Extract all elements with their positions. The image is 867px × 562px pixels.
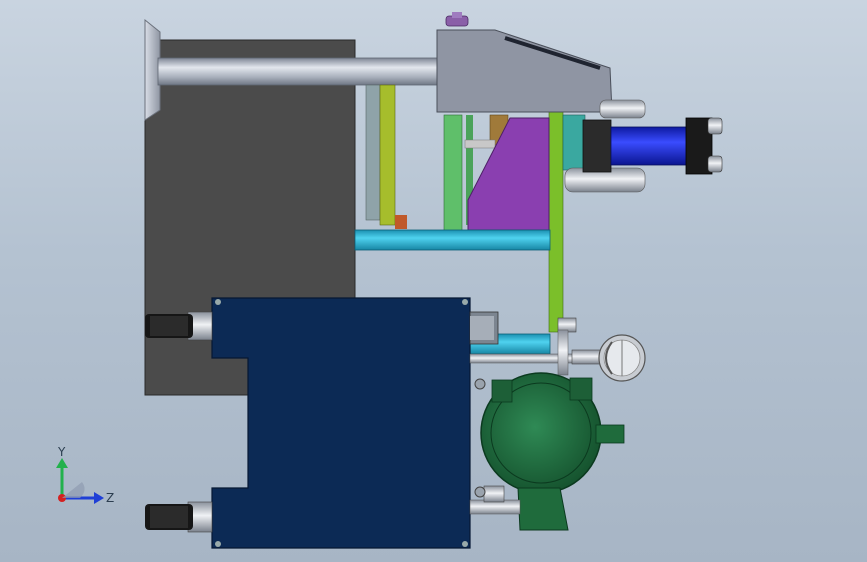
fitting-nut[interactable]	[474, 378, 486, 390]
z-axis-arrow	[94, 492, 104, 504]
threaded-screw[interactable]	[464, 139, 496, 149]
z-axis-label: Z	[106, 491, 114, 505]
cylinder-mount[interactable]	[582, 119, 612, 173]
cylinder-bolt-top[interactable]	[707, 117, 723, 135]
tank-bolt[interactable]	[215, 299, 221, 305]
gauge-connector[interactable]	[571, 349, 603, 365]
graphics-viewport[interactable]: Y Z	[0, 0, 867, 562]
pressure-gauge[interactable]	[598, 334, 646, 382]
tank-bolt[interactable]	[462, 299, 468, 305]
support-bar-gray[interactable]	[365, 84, 381, 221]
cylinder-bolt-bottom[interactable]	[707, 155, 723, 173]
cyan-pipe-upper[interactable]	[354, 229, 551, 251]
green-rod-left[interactable]	[443, 114, 463, 234]
caster-upper[interactable]	[145, 311, 213, 341]
silver-rod-top[interactable]	[599, 99, 646, 119]
tank-bolt[interactable]	[215, 541, 221, 547]
tank-bolt[interactable]	[462, 541, 468, 547]
motor-coupling[interactable]	[483, 485, 505, 503]
teal-block[interactable]	[562, 114, 586, 171]
caster-lower[interactable]	[145, 501, 213, 533]
small-orange-block[interactable]	[395, 215, 407, 229]
upper-shaft[interactable]	[157, 57, 441, 86]
hydraulic-tank[interactable]	[211, 297, 471, 549]
axis-triad: Y Z	[56, 445, 114, 505]
green-rod-right[interactable]	[548, 111, 564, 333]
purple-wedge[interactable]	[467, 117, 550, 231]
pipe-vertical[interactable]	[557, 329, 569, 376]
y-axis-label: Y	[57, 445, 66, 459]
y-axis-arrow	[56, 458, 68, 468]
support-bar-olive[interactable]	[379, 84, 396, 226]
cad-model-view[interactable]	[0, 0, 867, 562]
blue-cylinder[interactable]	[610, 126, 692, 166]
fitting-nut[interactable]	[474, 486, 486, 498]
